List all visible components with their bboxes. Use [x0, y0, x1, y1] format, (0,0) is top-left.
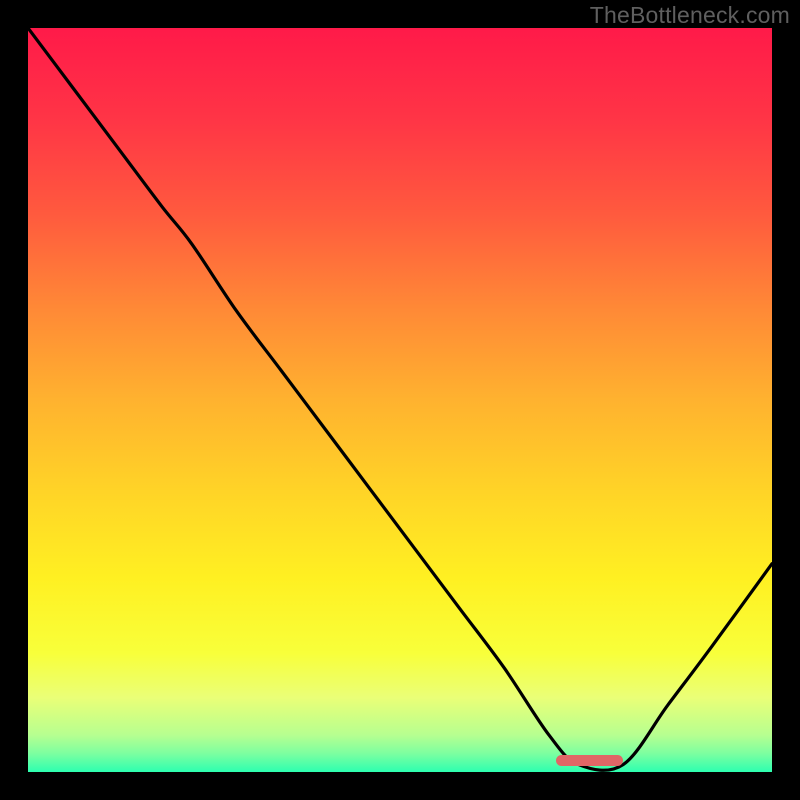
outer-frame: TheBottleneck.com — [0, 0, 800, 800]
gradient-background — [28, 28, 772, 772]
watermark-text: TheBottleneck.com — [590, 2, 790, 29]
optimal-marker — [556, 755, 623, 766]
plot-area — [28, 28, 772, 772]
